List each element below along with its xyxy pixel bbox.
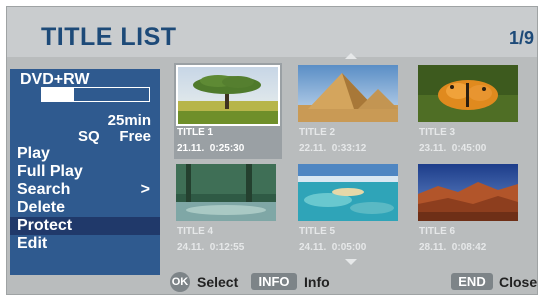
menu-item-protect[interactable]: Protect <box>10 217 160 235</box>
title-date-duration: 22.11. 0:33:12 <box>299 143 367 154</box>
title-date-duration: 23.11. 0:45:00 <box>419 143 487 154</box>
ok-button-icon[interactable]: OK <box>170 272 190 292</box>
title-bar: TITLE LIST 1/9 <box>7 7 537 57</box>
capacity-bar <box>41 87 150 102</box>
select-hint: Select <box>197 274 239 290</box>
page-title: TITLE LIST <box>41 23 177 51</box>
menu-item-search[interactable]: Search > <box>10 181 160 199</box>
menu-item-label: Edit <box>17 235 48 252</box>
title-name: TITLE 2 <box>299 127 336 138</box>
canyon-thumbnail <box>418 164 518 221</box>
title-thumbnail-2[interactable]: TITLE 2 22.11. 0:33:12 <box>296 63 404 159</box>
title-name: TITLE 3 <box>419 127 456 138</box>
menu-item-label: Search <box>17 181 71 198</box>
free-label: Free <box>119 128 151 145</box>
title-date-duration: 24.11. 0:05:00 <box>299 242 367 253</box>
menu-item-label: Delete <box>17 199 66 216</box>
page-number: 1/9 <box>508 28 534 48</box>
title-name: TITLE 4 <box>177 226 214 237</box>
title-date-duration: 28.11. 0:08:42 <box>419 242 487 253</box>
capacity-fill <box>42 88 75 101</box>
title-date-duration: 24.11. 0:12:55 <box>177 242 245 253</box>
close-hint: Close <box>499 274 538 290</box>
title-thumbnail-4[interactable]: TITLE 4 24.11. 0:12:55 <box>174 162 282 258</box>
disc-menu-panel: DVD+RW 25min SQ Free Play Full Play Sear… <box>10 69 160 275</box>
options-menu: Play Full Play Search > Delete Protect E… <box>10 145 160 253</box>
lagoon-thumbnail <box>298 164 398 221</box>
info-button-icon[interactable]: INFO <box>251 273 297 290</box>
title-thumbnail-3[interactable]: TITLE 3 23.11. 0:45:00 <box>416 63 524 159</box>
submenu-arrow-icon: > <box>140 181 150 198</box>
pyramids-thumbnail <box>298 65 398 122</box>
menu-item-delete[interactable]: Delete <box>10 199 160 217</box>
title-name: TITLE 6 <box>419 226 456 237</box>
menu-item-play[interactable]: Play <box>10 145 160 163</box>
title-name: TITLE 1 <box>177 127 214 138</box>
remaining-time: 25min <box>107 112 151 129</box>
title-thumbnail-5[interactable]: TITLE 5 24.11. 0:05:00 <box>296 162 404 258</box>
button-guide-footer: OK Select INFO Info END Close <box>7 269 538 292</box>
recording-quality: SQ <box>78 128 100 145</box>
scroll-down-arrow-icon[interactable] <box>345 259 357 265</box>
menu-item-label: Full Play <box>17 163 83 180</box>
end-button-icon[interactable]: END <box>451 273 493 290</box>
menu-item-label: Play <box>17 145 50 162</box>
info-hint: Info <box>304 274 330 290</box>
title-list-window: TITLE LIST 1/9 DVD+RW 25min SQ Free Play… <box>6 6 538 295</box>
menu-item-edit[interactable]: Edit <box>10 235 160 253</box>
butterfly-thumbnail <box>418 65 518 122</box>
title-thumbnail-1[interactable]: TITLE 1 21.11. 0:25:30 <box>174 63 282 159</box>
title-name: TITLE 5 <box>299 226 336 237</box>
menu-item-full-play[interactable]: Full Play <box>10 163 160 181</box>
menu-item-label: Protect <box>17 217 73 234</box>
title-thumbnail-6[interactable]: TITLE 6 28.11. 0:08:42 <box>416 162 524 258</box>
scroll-up-arrow-icon[interactable] <box>345 53 357 59</box>
title-date-duration: 21.11. 0:25:30 <box>177 143 245 154</box>
tree-landscape-thumbnail <box>176 65 280 126</box>
forest-stream-thumbnail <box>176 164 276 221</box>
